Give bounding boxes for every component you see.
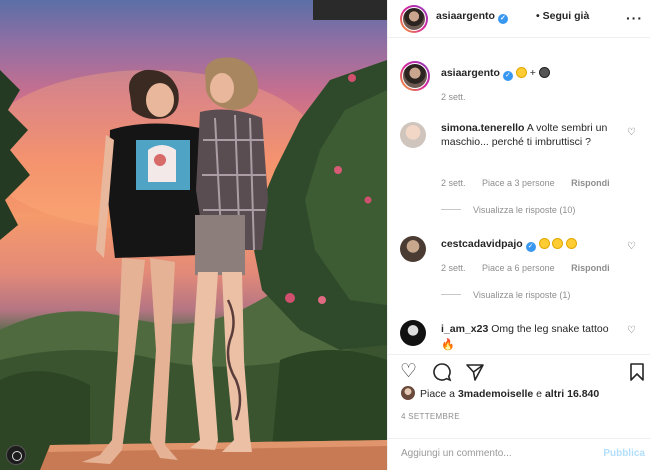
separator-dot: • <box>536 10 540 22</box>
view-replies-label[interactable]: Visualizza le risposte (1) <box>473 290 570 300</box>
post-header: asiaargento ✓ • Segui già ··· <box>388 0 650 38</box>
comment-avatar[interactable] <box>400 236 426 262</box>
view-replies[interactable]: Visualizza le risposte (1) <box>441 290 570 300</box>
dark-face-emoji-icon <box>538 67 550 78</box>
yellow-heart-icon <box>552 238 564 249</box>
photo-scene <box>0 0 387 470</box>
comment: i_am_x23 Omg the leg snake tattoo 🔥 <box>441 322 621 352</box>
comment-username[interactable]: simona.tenerello <box>441 122 524 134</box>
comment-username[interactable]: i_am_x23 <box>441 323 488 335</box>
fire-emoji-icon: 🔥 <box>441 339 455 351</box>
view-replies[interactable]: Visualizza le risposte (10) <box>441 205 575 215</box>
comment-avatar[interactable] <box>400 122 426 148</box>
comment-likes[interactable]: Piace a 3 persone <box>482 178 555 188</box>
author-avatar[interactable] <box>400 5 428 33</box>
caption-username[interactable]: asiaargento <box>441 67 500 79</box>
author-username[interactable]: asiaargento ✓ <box>436 10 508 24</box>
yellow-heart-icon <box>538 238 550 249</box>
comment-body: Omg the leg snake tattoo <box>491 323 609 335</box>
reply-button[interactable]: Rispondi <box>571 178 610 188</box>
reply-button[interactable]: Rispondi <box>571 263 610 273</box>
paper-plane-icon[interactable] <box>465 362 485 387</box>
post-actions: ♡ <box>388 354 650 388</box>
comment-like-heart-icon[interactable]: ♡ <box>627 325 636 336</box>
replies-divider <box>441 294 461 295</box>
verified-icon: ✓ <box>525 242 536 252</box>
author-username-text[interactable]: asiaargento <box>436 10 495 22</box>
verified-icon: ✓ <box>497 14 508 24</box>
caption: asiaargento ✓ + <box>441 66 621 81</box>
likes-others-count[interactable]: altri 16.840 <box>545 388 599 400</box>
comment-input[interactable] <box>401 448 581 459</box>
yellow-heart-icon <box>566 238 578 249</box>
comment: cestcadavidpajo ✓ <box>441 237 621 252</box>
comment-timestamp[interactable]: 2 sett. <box>441 263 466 273</box>
heart-icon[interactable]: ♡ <box>400 362 417 382</box>
post-photo[interactable] <box>0 0 387 470</box>
comment-like-heart-icon[interactable]: ♡ <box>627 127 636 138</box>
liker-username[interactable]: 3mademoiselle <box>458 388 533 400</box>
post-date[interactable]: 4 SETTEMBRE <box>401 412 460 421</box>
comment-icon[interactable] <box>432 362 452 387</box>
comment-avatar[interactable] <box>400 320 426 346</box>
smile-emoji-icon <box>515 67 527 78</box>
follow-status[interactable]: • Segui già <box>536 10 589 22</box>
comment-timestamp[interactable]: 2 sett. <box>441 178 466 188</box>
more-dots-icon[interactable]: ··· <box>626 10 643 26</box>
caption-plus: + <box>529 67 536 79</box>
post-details-panel: asiaargento ✓ • Segui già ··· asiaargent… <box>387 0 650 470</box>
caption-timestamp[interactable]: 2 sett. <box>441 92 466 102</box>
replies-divider <box>441 209 461 210</box>
comment-meta: 2 sett. Piace a 3 persone Rispondi <box>441 178 624 188</box>
view-replies-label[interactable]: Visualizza le risposte (10) <box>473 205 575 215</box>
comment: simona.tenerello A volte sembri un masch… <box>441 121 621 149</box>
likes-conjunction: e <box>536 388 543 400</box>
likes-summary[interactable]: Piace a 3mademoiselle e altri 16.840 <box>401 386 599 400</box>
follow-button[interactable]: Segui già <box>543 10 590 22</box>
comment-meta: 2 sett. Piace a 6 persone Rispondi <box>441 263 624 273</box>
liker-avatar[interactable] <box>401 386 415 400</box>
bookmark-icon[interactable] <box>629 362 645 387</box>
comment-like-heart-icon[interactable]: ♡ <box>627 241 636 252</box>
publish-button[interactable]: Pubblica <box>603 448 645 459</box>
caption-avatar[interactable] <box>400 61 430 91</box>
add-comment-bar: Pubblica <box>388 438 650 470</box>
comment-likes[interactable]: Piace a 6 persone <box>482 263 555 273</box>
camera-icon[interactable] <box>6 445 26 465</box>
comment-username[interactable]: cestcadavidpajo <box>441 238 523 250</box>
verified-icon: ✓ <box>502 71 513 81</box>
likes-prefix: Piace a <box>420 388 456 400</box>
